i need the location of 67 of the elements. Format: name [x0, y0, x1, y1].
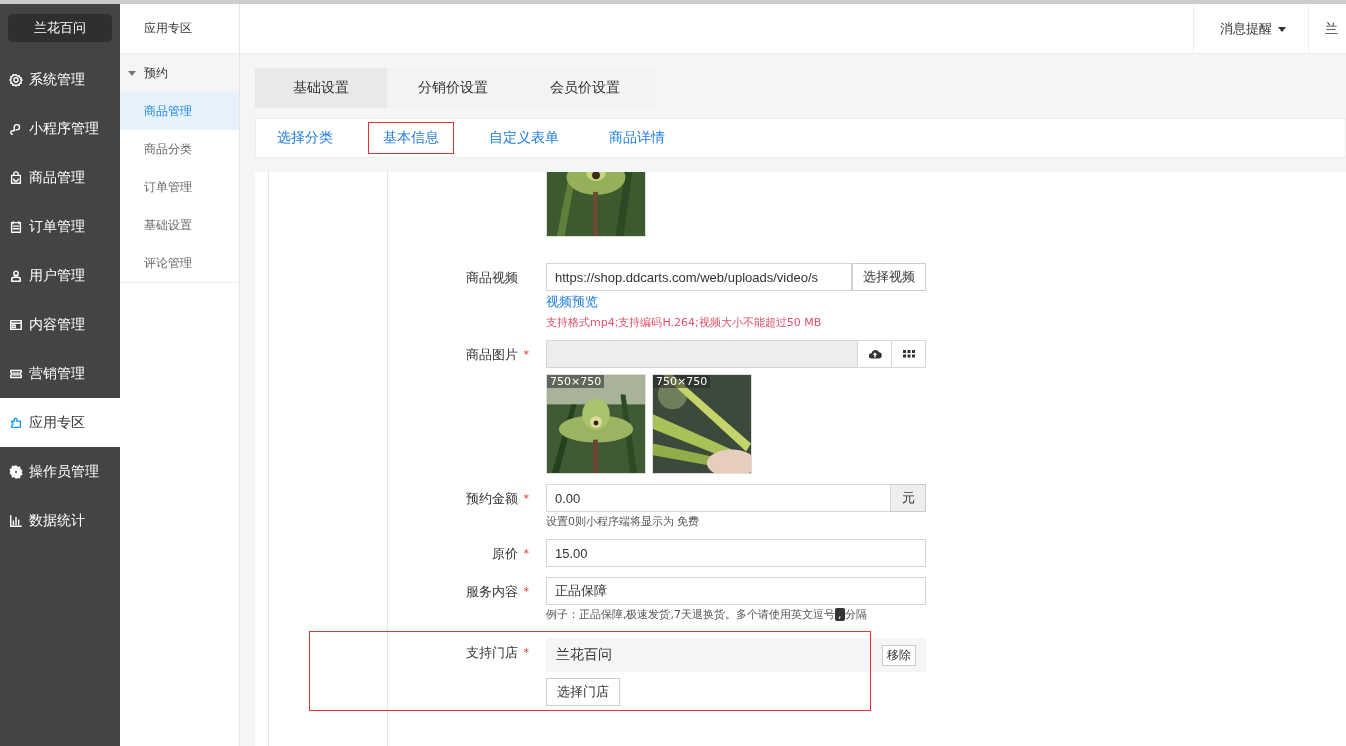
select-store-button[interactable]: 选择门店: [546, 678, 620, 706]
submenu-item[interactable]: 基础设置: [120, 206, 239, 244]
video-preview-link[interactable]: 视频预览: [546, 293, 926, 311]
user-menu[interactable]: 兰: [1309, 4, 1346, 53]
field-label: 原价: [492, 546, 518, 561]
field-hint: 例子：正品保障,极速发货,7天退换货。多个请使用英文逗号: [546, 607, 835, 622]
sidebar-item[interactable]: 商品管理: [0, 153, 120, 202]
field-hint: 设置0则小程序端将显示为 免费: [546, 514, 701, 529]
image-size-label: 750×750: [653, 375, 711, 388]
required-mark: *: [523, 547, 529, 560]
tab[interactable]: 分销价设置: [387, 68, 519, 108]
subtab[interactable]: 基本信息: [368, 122, 454, 154]
input-field[interactable]: 15.00: [546, 539, 926, 567]
sidebar-item[interactable]: 操作员管理: [0, 447, 120, 496]
select-video-button[interactable]: 选择视频: [852, 263, 926, 291]
tab[interactable]: 基础设置: [255, 68, 387, 108]
gallery-button[interactable]: [892, 340, 926, 368]
clipboard-icon: [9, 219, 23, 234]
cloud-upload-icon: [867, 347, 882, 361]
gear-icon: [9, 464, 23, 479]
input-field[interactable]: 正品保障: [546, 577, 926, 605]
chart-icon: [9, 513, 23, 528]
panel-icon: [9, 317, 23, 332]
notification-dropdown[interactable]: 消息提醒: [1193, 4, 1309, 53]
link-icon: [9, 121, 23, 136]
required-mark: *: [523, 348, 529, 361]
subtab[interactable]: 选择分类: [262, 122, 348, 154]
sidebar-item[interactable]: 应用专区: [0, 398, 120, 447]
field-label: 商品图片: [466, 347, 518, 362]
tab[interactable]: 会员价设置: [519, 68, 651, 108]
amount-field[interactable]: 0.00: [546, 484, 891, 512]
field-label: 服务内容: [466, 584, 518, 599]
field-label: 预约金额: [466, 491, 518, 506]
puzzle-icon: [9, 415, 23, 430]
image-size-label: 750×750: [547, 375, 605, 388]
sidebar-item[interactable]: 用户管理: [0, 251, 120, 300]
submenu-item[interactable]: 订单管理: [120, 168, 239, 206]
unit-addon: 元: [891, 484, 926, 512]
required-mark: *: [523, 492, 529, 505]
comma-badge: ,: [835, 608, 845, 621]
subtab[interactable]: 商品详情: [594, 122, 680, 154]
sidebar-item[interactable]: 数据统计: [0, 496, 120, 545]
submenu-item[interactable]: 商品分类: [120, 130, 239, 168]
grid-icon: [902, 350, 915, 358]
remove-button[interactable]: 移除: [882, 644, 916, 666]
field-hint: 分隔: [844, 607, 867, 622]
upload-button[interactable]: [858, 340, 892, 368]
subtab[interactable]: 自定义表单: [474, 122, 574, 154]
format-note: 支持格式mp4;支持编码H.264;视频大小不能超过50 MB: [546, 315, 823, 330]
bag-icon: [9, 170, 23, 185]
logo-badge: 兰花百问: [8, 14, 112, 42]
video-url-field[interactable]: https://shop.ddcarts.com/web/uploads/video/s: [546, 263, 852, 291]
submenu-item[interactable]: 评论管理: [120, 244, 239, 282]
store-name: 兰花百问: [556, 646, 612, 664]
sidebar-item[interactable]: 营销管理: [0, 349, 120, 398]
required-mark: *: [523, 585, 529, 598]
field-label: 支持门店: [466, 645, 518, 660]
sidebar-item[interactable]: 订单管理: [0, 202, 120, 251]
sidebar-item[interactable]: 系统管理: [0, 55, 120, 104]
required-mark: *: [523, 646, 529, 659]
sidebar-item[interactable]: 内容管理: [0, 300, 120, 349]
user-icon: [9, 268, 23, 283]
sidebar-item[interactable]: 小程序管理: [0, 104, 120, 153]
gear-outline-icon: [9, 72, 23, 87]
submenu-group[interactable]: 预约: [120, 54, 239, 92]
image-field[interactable]: [546, 340, 858, 368]
field-label: 商品视频: [466, 270, 518, 285]
